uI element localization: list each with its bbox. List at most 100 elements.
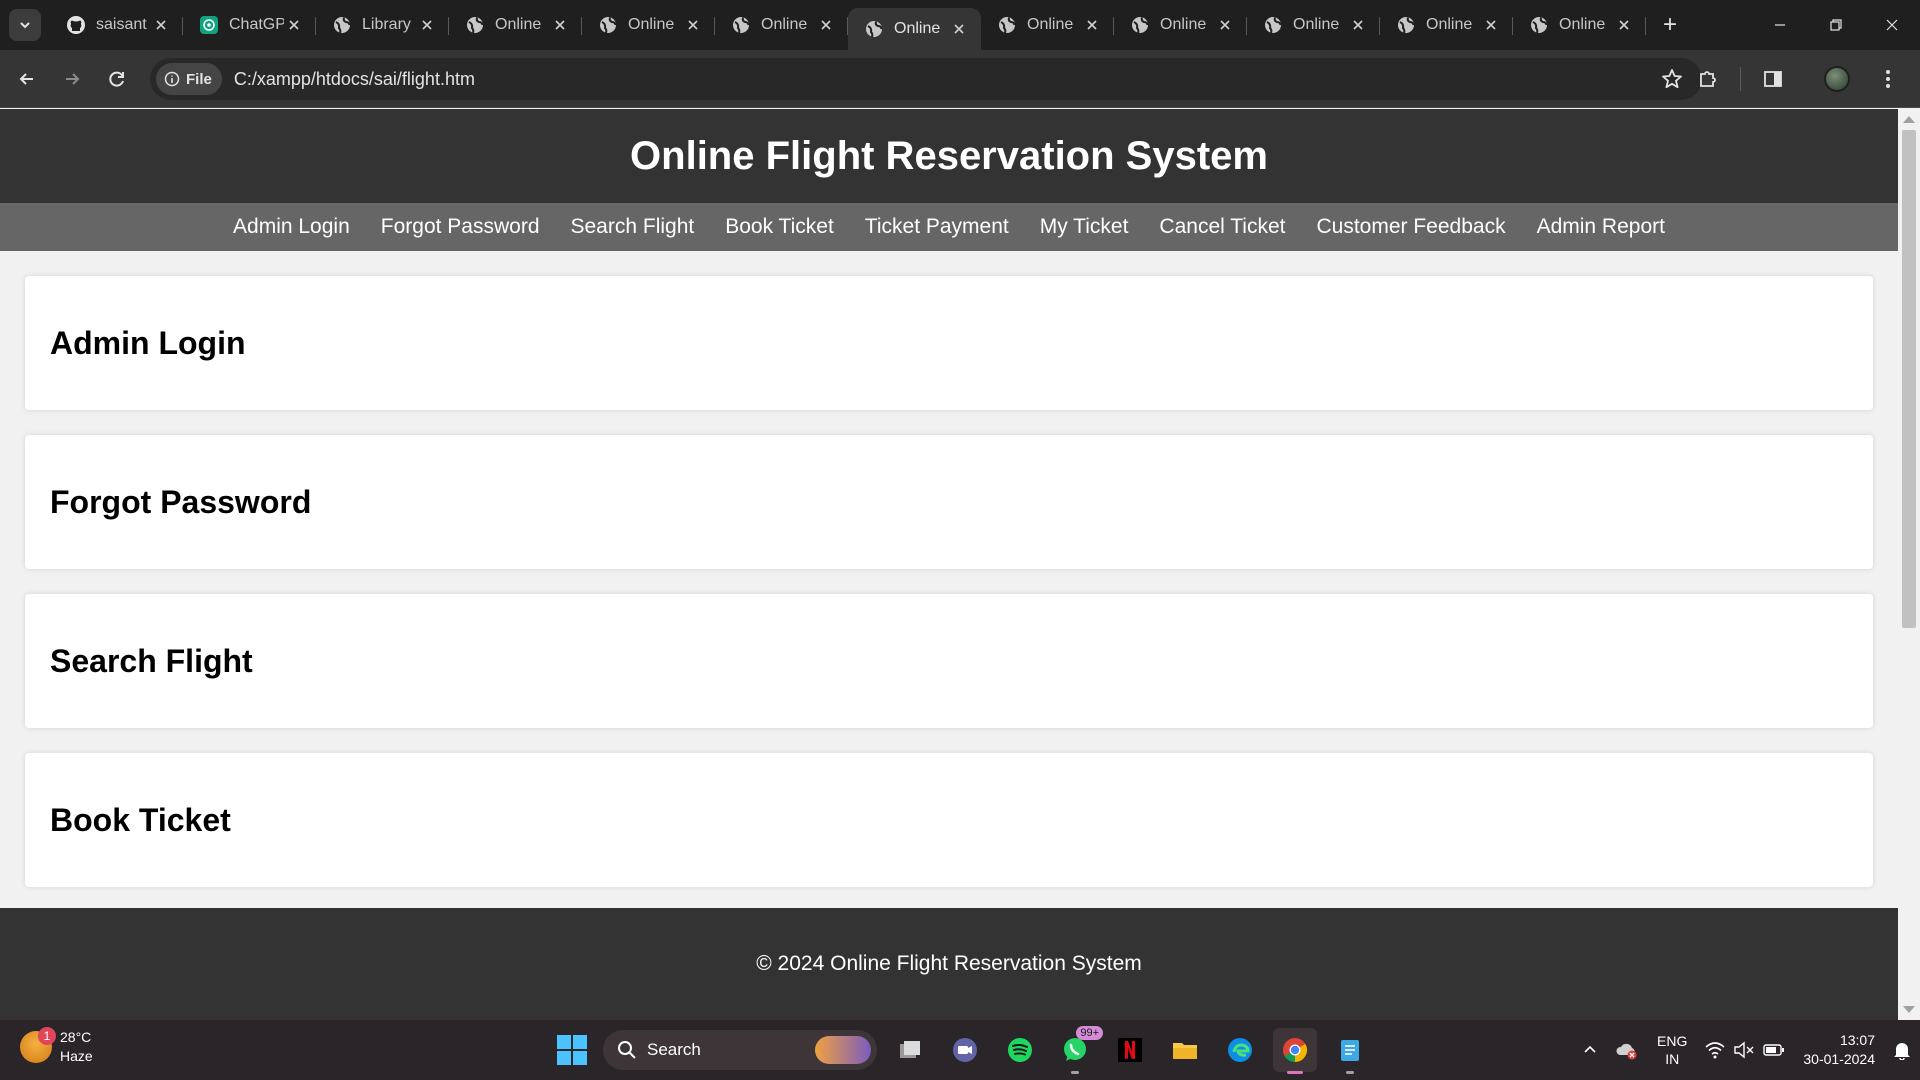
tab-close-icon[interactable] xyxy=(550,15,570,35)
battery-icon xyxy=(1763,1044,1785,1056)
taskbar-app-file-explorer[interactable] xyxy=(1163,1028,1207,1072)
arrow-left-icon xyxy=(19,72,33,85)
browser-tab[interactable]: Online xyxy=(981,0,1114,50)
nav-link-customer-feedback[interactable]: Customer Feedback xyxy=(1316,215,1505,239)
clock[interactable]: 13:07 30-01-2024 xyxy=(1803,1031,1875,1069)
nav-link-cancel-ticket[interactable]: Cancel Ticket xyxy=(1159,215,1285,239)
browser-tab[interactable]: Online xyxy=(1247,0,1380,50)
show-hidden-icons-button[interactable] xyxy=(1583,1043,1597,1057)
clock-time: 13:07 xyxy=(1839,1032,1875,1048)
close-window-button[interactable] xyxy=(1864,0,1920,50)
vertical-scrollbar[interactable] xyxy=(1898,109,1920,1020)
tab-close-icon[interactable] xyxy=(1215,15,1235,35)
forward-button[interactable] xyxy=(54,61,90,97)
cloud-error-icon xyxy=(1616,1043,1637,1060)
globe-icon xyxy=(1263,15,1283,35)
taskbar-app-spotify[interactable] xyxy=(998,1028,1042,1072)
nav-link-admin-login[interactable]: Admin Login xyxy=(233,215,350,239)
nav-link-admin-report[interactable]: Admin Report xyxy=(1537,215,1665,239)
language-indicator[interactable]: ENG IN xyxy=(1657,1032,1687,1068)
avatar xyxy=(1824,66,1850,92)
taskbar-app-edge[interactable] xyxy=(1218,1028,1262,1072)
tab-close-icon[interactable] xyxy=(1614,15,1634,35)
taskbar-app-whatsapp[interactable]: 99+ xyxy=(1053,1026,1103,1074)
browser-tab[interactable]: Online xyxy=(1513,0,1646,50)
running-indicator xyxy=(1071,1071,1079,1074)
tab-close-icon[interactable] xyxy=(151,15,171,35)
side-panel-button[interactable] xyxy=(1754,60,1792,98)
site-info-chip[interactable]: File xyxy=(156,63,222,95)
quick-settings-button[interactable] xyxy=(1705,1041,1785,1059)
reload-button[interactable] xyxy=(99,61,135,97)
new-tab-button[interactable]: + xyxy=(1654,9,1686,41)
tab-close-icon[interactable] xyxy=(1348,15,1368,35)
restore-button[interactable] xyxy=(1808,0,1864,50)
globe-icon xyxy=(864,19,884,39)
nav-link-search-flight[interactable]: Search Flight xyxy=(571,215,695,239)
browser-tab[interactable]: Online xyxy=(715,0,848,50)
section-book-ticket: Book Ticket xyxy=(25,753,1873,887)
taskbar-app-chrome[interactable] xyxy=(1273,1028,1317,1074)
tab-close-icon[interactable] xyxy=(1481,15,1501,35)
start-button[interactable] xyxy=(552,1030,592,1070)
tab-close-icon[interactable] xyxy=(683,15,703,35)
browser-tab[interactable]: Online xyxy=(1114,0,1247,50)
browser-tab[interactable]: Online xyxy=(582,0,715,50)
folder-icon xyxy=(1173,1043,1197,1059)
profile-button[interactable] xyxy=(1818,60,1856,98)
scroll-up-arrow[interactable] xyxy=(1903,116,1915,123)
nav-link-my-ticket[interactable]: My Ticket xyxy=(1040,215,1129,239)
site-header: Online Flight Reservation System xyxy=(0,109,1898,203)
browser-tab[interactable]: Online xyxy=(449,0,582,50)
toolbar-separator xyxy=(1740,67,1741,91)
scrollbar-thumb[interactable] xyxy=(1902,130,1916,628)
globe-icon xyxy=(1130,15,1150,35)
taskbar-app-notepad[interactable] xyxy=(1328,1028,1372,1074)
notifications-button[interactable] xyxy=(1893,1040,1911,1060)
url-text[interactable]: C:/xampp/htdocs/sai/flight.htm xyxy=(234,69,475,90)
tab-title: Online xyxy=(495,16,542,33)
minimize-button[interactable] xyxy=(1752,0,1808,50)
tab-search-button[interactable] xyxy=(9,9,41,41)
windows-taskbar: 1 28°C Haze Search 99+ ENG IN 13:07 30-0… xyxy=(0,1020,1920,1080)
browser-tab[interactable]: Online xyxy=(848,8,981,50)
tab-close-icon[interactable] xyxy=(284,15,304,35)
nav-link-book-ticket[interactable]: Book Ticket xyxy=(725,215,834,239)
taskbar-app-task-view[interactable] xyxy=(888,1028,932,1072)
taskbar-search[interactable]: Search xyxy=(603,1030,877,1070)
scroll-down-arrow[interactable] xyxy=(1903,1006,1915,1013)
chatgpt-icon xyxy=(199,15,219,35)
site-info-label: File xyxy=(186,70,212,88)
tab-title: Online xyxy=(1160,16,1207,33)
window-controls xyxy=(1752,0,1920,50)
taskbar-app-meet[interactable] xyxy=(943,1028,987,1072)
browser-tab[interactable]: saisant xyxy=(50,0,183,50)
tab-close-icon[interactable] xyxy=(1082,15,1102,35)
tab-close-icon[interactable] xyxy=(816,15,836,35)
menu-button[interactable] xyxy=(1869,60,1907,98)
onedrive-status[interactable] xyxy=(1615,1040,1639,1060)
nav-link-forgot-password[interactable]: Forgot Password xyxy=(381,215,540,239)
weather-widget[interactable]: 1 28°C Haze xyxy=(20,1027,93,1066)
tab-close-icon[interactable] xyxy=(417,15,437,35)
extensions-button[interactable] xyxy=(1689,60,1727,98)
tab-title: Library xyxy=(362,16,411,33)
browser-tab[interactable]: Online xyxy=(1380,0,1513,50)
nav-link-ticket-payment[interactable]: Ticket Payment xyxy=(865,215,1009,239)
taskbar-app-netflix[interactable] xyxy=(1108,1028,1152,1072)
globe-icon xyxy=(332,15,352,35)
browser-tab[interactable]: Library xyxy=(316,0,449,50)
tab-list: saisant ChatGPT Library Online Online Online O… xyxy=(50,0,1646,50)
page-content: Admin Login Forgot Password Search Flight B… xyxy=(0,251,1898,887)
globe-icon xyxy=(731,15,751,35)
tab-title: Online xyxy=(894,20,941,37)
edge-icon xyxy=(1228,1038,1252,1062)
browser-tab[interactable]: ChatGPT xyxy=(183,0,316,50)
tab-title: Online xyxy=(1559,16,1606,33)
more-vertical-icon xyxy=(1886,70,1890,88)
address-bar[interactable]: File C:/xampp/htdocs/sai/flight.htm xyxy=(150,58,1702,100)
tab-close-icon[interactable] xyxy=(949,19,969,39)
chrome-icon xyxy=(1283,1038,1308,1062)
weather-condition: Haze xyxy=(60,1048,93,1064)
back-button[interactable] xyxy=(9,61,45,97)
